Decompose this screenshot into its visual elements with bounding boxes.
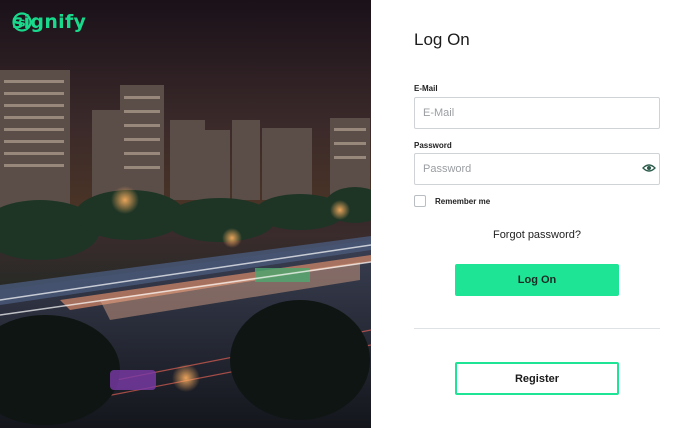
svg-text:s: s	[18, 16, 25, 30]
city-night-illustration	[0, 0, 371, 428]
password-field[interactable]	[414, 153, 660, 185]
hero-image: s signify	[0, 0, 371, 428]
remember-me-label: Remember me	[435, 196, 491, 206]
register-button[interactable]: Register	[455, 362, 619, 395]
divider	[414, 328, 660, 329]
page-title: Log On	[414, 30, 470, 49]
remember-me-checkbox[interactable]	[414, 195, 426, 207]
email-field[interactable]	[414, 97, 660, 129]
brand-logo[interactable]: s signify	[12, 12, 86, 32]
signify-logo-icon: s	[12, 12, 32, 32]
log-on-button[interactable]: Log On	[455, 264, 619, 296]
email-label: E-Mail	[414, 84, 438, 93]
eye-icon[interactable]	[642, 163, 656, 173]
remember-me[interactable]: Remember me	[414, 195, 490, 207]
forgot-password-link[interactable]: Forgot password?	[414, 229, 660, 241]
password-label: Password	[414, 141, 452, 150]
login-panel: Log On E-Mail Password Remember me Forgo…	[371, 0, 700, 428]
